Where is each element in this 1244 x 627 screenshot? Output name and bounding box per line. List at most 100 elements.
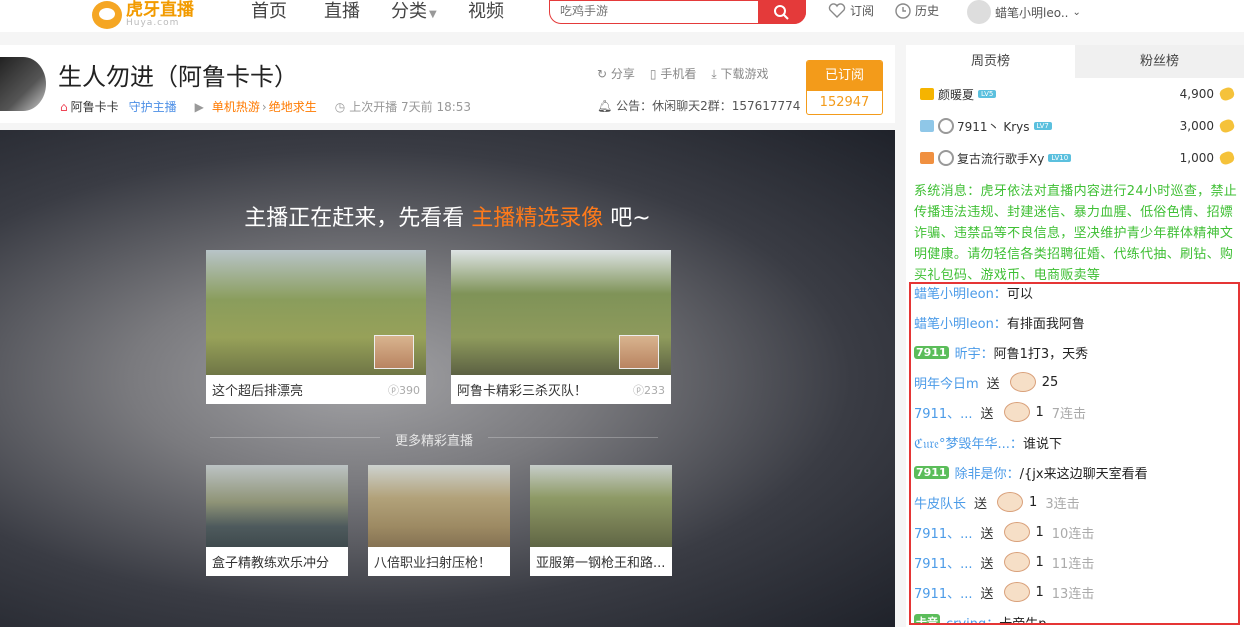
- search-icon: [774, 5, 789, 20]
- guard-link[interactable]: 守护主播: [129, 98, 177, 115]
- search-input[interactable]: [560, 4, 750, 18]
- subscribe-button[interactable]: 已订阅 152947: [806, 60, 883, 115]
- featured-video-card[interactable]: 这个超后排漂亮 ⓟ390: [206, 250, 426, 404]
- chat-message[interactable]: 7911、... 送 1 10连击: [914, 521, 1094, 543]
- chat-message[interactable]: 蜡笔小明leon： 可以: [914, 284, 1033, 303]
- chat-username[interactable]: 蜡笔小明leon：: [914, 284, 1007, 302]
- chat-message[interactable]: 卡音 crying： 卡帝牛p: [914, 611, 1047, 625]
- chat-message[interactable]: 明年今日m 送 25: [914, 371, 1058, 393]
- headline-text: 主播正在赶来，先看看: [244, 206, 465, 231]
- search-button[interactable]: [758, 0, 806, 24]
- video-title: 这个超后排漂亮: [212, 384, 304, 399]
- rank-row[interactable]: 颜暖夏 LV5 4,900: [906, 78, 1244, 110]
- send-label: 送: [980, 526, 994, 542]
- chat-username[interactable]: crying：: [946, 613, 999, 624]
- chat-list[interactable]: 蜡笔小明leon： 可以 蜡笔小明leon： 有排面我阿鲁 7911 昕宇： 阿鲁1打3，天…: [909, 282, 1240, 625]
- rank-score: 4,900: [1179, 87, 1214, 101]
- chat-text: 卡帝牛p: [999, 616, 1047, 625]
- chat-username[interactable]: 明年今日m: [914, 373, 979, 392]
- share-button[interactable]: ↻ 分享: [597, 65, 635, 82]
- live-card[interactable]: 八倍职业扫射压枪！: [368, 465, 510, 576]
- video-title: 阿鲁卡精彩三杀灭队！: [457, 384, 588, 399]
- play-icon: ▶: [194, 99, 204, 114]
- mobile-watch-button[interactable]: ▯ 手机看: [650, 65, 696, 82]
- chat-message[interactable]: 蜡笔小明leon： 有排面我阿鲁: [914, 311, 1085, 333]
- huya-logo-icon: [92, 1, 122, 29]
- send-label: 送: [980, 556, 994, 572]
- logo-text: 虎牙直播: [126, 0, 194, 20]
- combo-count: 13连击: [1051, 586, 1095, 602]
- top-navbar: 虎牙直播 Huya.com 首页 直播 分类▼ 视频 订阅 历史 蜡笔小明leo…: [0, 0, 1244, 32]
- subscribe-link[interactable]: 订阅: [828, 2, 874, 19]
- rank-list: 颜暖夏 LV5 4,900 7911丶 Krys LV7 3,000 复古流行歌手Xy LV1…: [906, 78, 1244, 174]
- user-menu[interactable]: 蜡笔小明leo.. ⌄: [967, 0, 1081, 24]
- nav-category[interactable]: 分类 ▼: [391, 0, 437, 27]
- coin-icon: [1218, 117, 1236, 135]
- rank-row[interactable]: 7911丶 Krys LV7 3,000: [906, 110, 1244, 142]
- rank-row[interactable]: 复古流行歌手Xy LV10 1,000: [906, 142, 1244, 174]
- chat-username[interactable]: 7911、...: [914, 523, 972, 542]
- chat-message[interactable]: 7911 昕宇： 阿鲁1打3，天秀: [914, 341, 1088, 363]
- level-badge: LV5: [978, 90, 997, 98]
- history-link[interactable]: 历史: [895, 2, 939, 19]
- offline-headline: 主播正在赶来，先看看 主播精选录像 吧~: [0, 200, 895, 232]
- rank-score: 1,000: [1179, 151, 1214, 165]
- headline-highlight[interactable]: 主播精选录像: [471, 206, 603, 231]
- chat-username[interactable]: 7911、...: [914, 553, 972, 572]
- live-card[interactable]: 亚服第一钢枪王和路...: [530, 465, 672, 576]
- category-link[interactable]: 单机热游: [212, 98, 260, 115]
- chat-message[interactable]: 7911、... 送 1 11连击: [914, 551, 1094, 573]
- chat-text: 谁说下: [1022, 436, 1062, 452]
- chat-message[interactable]: 7911 除非是你：/{jx来这边聊天室看看: [914, 461, 1148, 483]
- bell-icon: 🔔︎: [597, 99, 613, 113]
- user-avatar: [938, 118, 954, 134]
- chat-message[interactable]: 牛皮队长送 1 3连击: [914, 491, 1080, 513]
- game-link[interactable]: 绝地求生: [269, 98, 317, 115]
- chat-username[interactable]: 蜡笔小明leon：: [914, 313, 1007, 332]
- chat-message[interactable]: 7911、... 送 1 13连击: [914, 581, 1094, 603]
- download-game-button[interactable]: ⤓ 下载游戏: [711, 65, 768, 82]
- chat-username[interactable]: 除非是你：: [955, 463, 1020, 482]
- gift-count: 1: [1029, 494, 1038, 510]
- phone-icon: ▯: [649, 67, 657, 81]
- chat-username[interactable]: ℭ𝔲𝔯𝔢°梦毁年华...：: [914, 433, 1023, 452]
- coin-icon: [1218, 85, 1236, 103]
- chat-username[interactable]: 昕宇：: [955, 343, 994, 362]
- nav-video[interactable]: 视频: [468, 0, 504, 24]
- anchor-name[interactable]: 阿鲁卡卡: [71, 98, 119, 115]
- nav-live[interactable]: 直播: [324, 0, 360, 24]
- chat-username[interactable]: 牛皮队长: [914, 493, 966, 512]
- user-avatar: [938, 150, 954, 166]
- gift-icon: [1003, 582, 1030, 602]
- house-icon: ⌂: [60, 99, 68, 114]
- nav-home[interactable]: 首页: [251, 0, 287, 24]
- search-bar: [549, 0, 806, 24]
- subscriber-count: 152947: [819, 95, 870, 110]
- clock-icon: [895, 2, 911, 19]
- subscribe-label: 订阅: [850, 4, 875, 18]
- chat-message[interactable]: 7911、... 送 1 7连击: [914, 401, 1086, 423]
- live-thumbnail: [530, 465, 672, 547]
- chat-text: /{jx来这边聊天室看看: [1019, 466, 1148, 482]
- video-player[interactable]: 主播正在赶来，先看看 主播精选录像 吧~ 这个超后排漂亮 ⓟ390 阿鲁卡精彩三杀…: [0, 130, 895, 627]
- gift-icon: [1003, 552, 1030, 572]
- more-live-title: 更多精彩直播: [210, 430, 658, 449]
- gift-icon: [1003, 522, 1030, 542]
- chat-message[interactable]: ℭ𝔲𝔯𝔢°梦毁年华...： 谁说下: [914, 431, 1062, 453]
- send-label: 送: [980, 586, 994, 602]
- huya-logo[interactable]: 虎牙直播 Huya.com: [92, 0, 194, 30]
- chat-text: 可以: [1006, 286, 1033, 302]
- level-badge: LV10: [1048, 154, 1072, 162]
- fan-badge: 7911: [914, 465, 949, 479]
- chat-username[interactable]: 7911、...: [914, 583, 972, 602]
- coin-icon: [1218, 149, 1236, 167]
- mobile-label: 手机看: [660, 67, 697, 81]
- anchor-avatar[interactable]: [0, 57, 46, 111]
- tab-weekly-contribution[interactable]: 周贡榜: [906, 45, 1075, 78]
- featured-video-card[interactable]: 阿鲁卡精彩三杀灭队！ ⓟ233: [451, 250, 671, 404]
- room-notice: 🔔︎ 公告：休闲聊天2群：157617774: [597, 97, 800, 114]
- tab-fans[interactable]: 粉丝榜: [1075, 45, 1244, 78]
- chat-username[interactable]: 7911、...: [914, 403, 972, 422]
- download-label: 下载游戏: [720, 67, 769, 81]
- live-card[interactable]: 盒子精教练欢乐冲分: [206, 465, 348, 576]
